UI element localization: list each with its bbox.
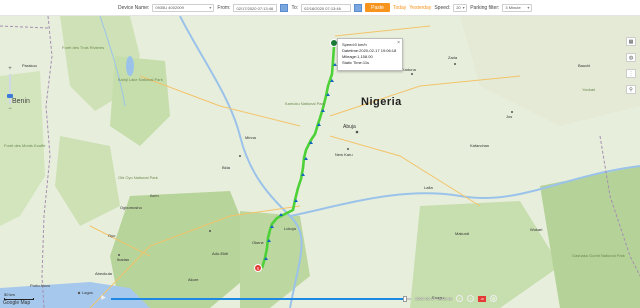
forest-label-trois-rivieres: Forêt des Trois Rivieres: [62, 45, 105, 50]
city-label-okene: Okene: [252, 240, 264, 245]
city-label-makurdi: Makurdi: [455, 231, 470, 236]
parking-filter-value: 3 Minute: [505, 5, 521, 10]
playback-time: 2020-02-17 19:06:18: [415, 296, 453, 301]
playback-progress[interactable]: [111, 295, 411, 302]
country-label-benin: Benin: [12, 98, 30, 105]
park-label-old-oyo: Old Oyo National Park: [118, 175, 158, 180]
park-label-kainji: Kainji Lake National Park: [118, 77, 163, 82]
playback-toolbar: Device Name: 0935U 4002009 ▾ From: 02/17/…: [0, 0, 640, 16]
city-label-lagos: Lagos: [82, 290, 93, 295]
map-tools: ▦ ◍ ⋮ ⚲: [626, 37, 636, 94]
device-label: Device Name:: [118, 4, 150, 11]
city-label-akure: Akure: [188, 277, 199, 282]
zoom-out-icon[interactable]: −: [7, 106, 13, 112]
forest-label-monts-kouffe: Foret des Monts Kouffe: [4, 143, 46, 148]
city-label-abuja: Abuja: [343, 124, 356, 130]
city-label-zaria: Zaria: [448, 55, 458, 60]
play-icon[interactable]: ▶: [100, 295, 107, 302]
city-label-lokoja: Lokoja: [284, 226, 296, 231]
layers-icon[interactable]: ▦: [626, 37, 636, 46]
speed-up-icon[interactable]: ›: [467, 295, 475, 302]
today-link[interactable]: Today: [393, 5, 406, 11]
city-label-lafia: Lafia: [424, 185, 433, 190]
city-label-jos: Jos: [506, 114, 513, 119]
city-label-abeokuta: Abeokuta: [95, 271, 112, 276]
playback-bar: ▶ 2020-02-17 19:06:18 ‹ › x8 ⚙: [100, 294, 546, 303]
speed-select[interactable]: 20 ▾: [453, 3, 468, 12]
zoom-control: + −: [7, 66, 13, 112]
zoom-slider-handle[interactable]: [7, 94, 13, 98]
calendar-icon[interactable]: [280, 3, 289, 12]
playback-progress-fill: [111, 297, 405, 300]
city-label-bida: Bida: [222, 165, 231, 170]
close-icon[interactable]: ×: [397, 40, 400, 46]
city-label-new-karu: New Karu: [335, 152, 353, 157]
yesterday-link[interactable]: Yesterday: [409, 5, 431, 11]
start-marker-letter: S: [257, 266, 260, 271]
city-label-minna: Minna: [245, 135, 256, 140]
map-canvas: S: [0, 16, 640, 308]
city-label-kafanchan: Kafanchan: [470, 143, 490, 148]
chevron-down-icon: ▾: [209, 5, 212, 10]
parking-filter-select[interactable]: 3 Minute ▾: [502, 3, 533, 12]
city-label-wukari: Wukari: [530, 227, 543, 232]
from-label: From:: [217, 4, 231, 11]
parking-filter-label: Parking filter:: [470, 4, 500, 11]
device-select[interactable]: 0935U 4002009 ▾: [152, 3, 215, 12]
settings-icon[interactable]: ⚙: [490, 295, 498, 302]
device-select-value: 0935U 4002009: [155, 5, 184, 10]
slow-down-icon[interactable]: ‹: [456, 295, 464, 302]
map-scale: 50 km: [4, 292, 34, 300]
playback-progress-thumb[interactable]: [403, 295, 407, 302]
globe-icon[interactable]: ◍: [626, 53, 636, 62]
kainji-lake: [126, 56, 134, 76]
park-label-yankari: Yankari: [582, 87, 596, 92]
pin-icon[interactable]: ⚲: [626, 85, 636, 94]
chevron-down-icon: ▾: [462, 5, 465, 10]
to-label: To:: [291, 4, 299, 11]
chevron-down-icon: ▾: [527, 5, 530, 10]
speed-select-value: 20: [456, 5, 461, 10]
park-label-gashaka: Gashaka Gumti National Park: [572, 253, 625, 258]
city-label-parakou: Parakou: [22, 63, 37, 68]
country-label-nigeria: Nigeria: [361, 96, 402, 108]
city-label-ogbomosho: Ogbomosho: [120, 205, 142, 210]
map-provider-label[interactable]: Google Map: [3, 300, 30, 306]
city-label-ilorin: Ilorin: [150, 193, 159, 198]
scale-label: 50 km: [4, 292, 15, 297]
speed-badge: x8: [478, 295, 487, 302]
calendar-icon[interactable]: [354, 3, 363, 12]
city-label-ado-ekiti: Ado-Ekiti: [212, 251, 229, 256]
city-label-ibadan: Ibadan: [117, 257, 130, 262]
zoom-slider-track[interactable]: [9, 74, 11, 104]
city-label-kaduna: Kaduna: [402, 67, 416, 72]
to-date-input[interactable]: 02/18/2020 07:13:46: [301, 3, 352, 12]
paste-button[interactable]: Paste: [365, 3, 390, 12]
map-view[interactable]: S Nigeria Benin Abuja New Karu Ibadan Po…: [0, 16, 640, 308]
traffic-icon[interactable]: ⋮: [626, 69, 636, 78]
popup-static-time: Static Time:11s: [342, 60, 370, 65]
city-label-porto-novo: Porto-Novo: [30, 283, 51, 288]
city-label-oyo: Oyo: [108, 233, 116, 238]
vehicle-info-popup: × Speed:0 km/h Datetime:2020-02-17 19:06…: [337, 38, 403, 71]
from-date-input[interactable]: 02/17/2020 07:13:46: [233, 3, 278, 12]
park-label-kamuku: Kamuku National Park: [285, 101, 325, 106]
zoom-in-icon[interactable]: +: [7, 66, 13, 72]
city-label-bauchi: Bauchi: [578, 63, 591, 68]
speed-label: Speed:: [434, 4, 451, 11]
